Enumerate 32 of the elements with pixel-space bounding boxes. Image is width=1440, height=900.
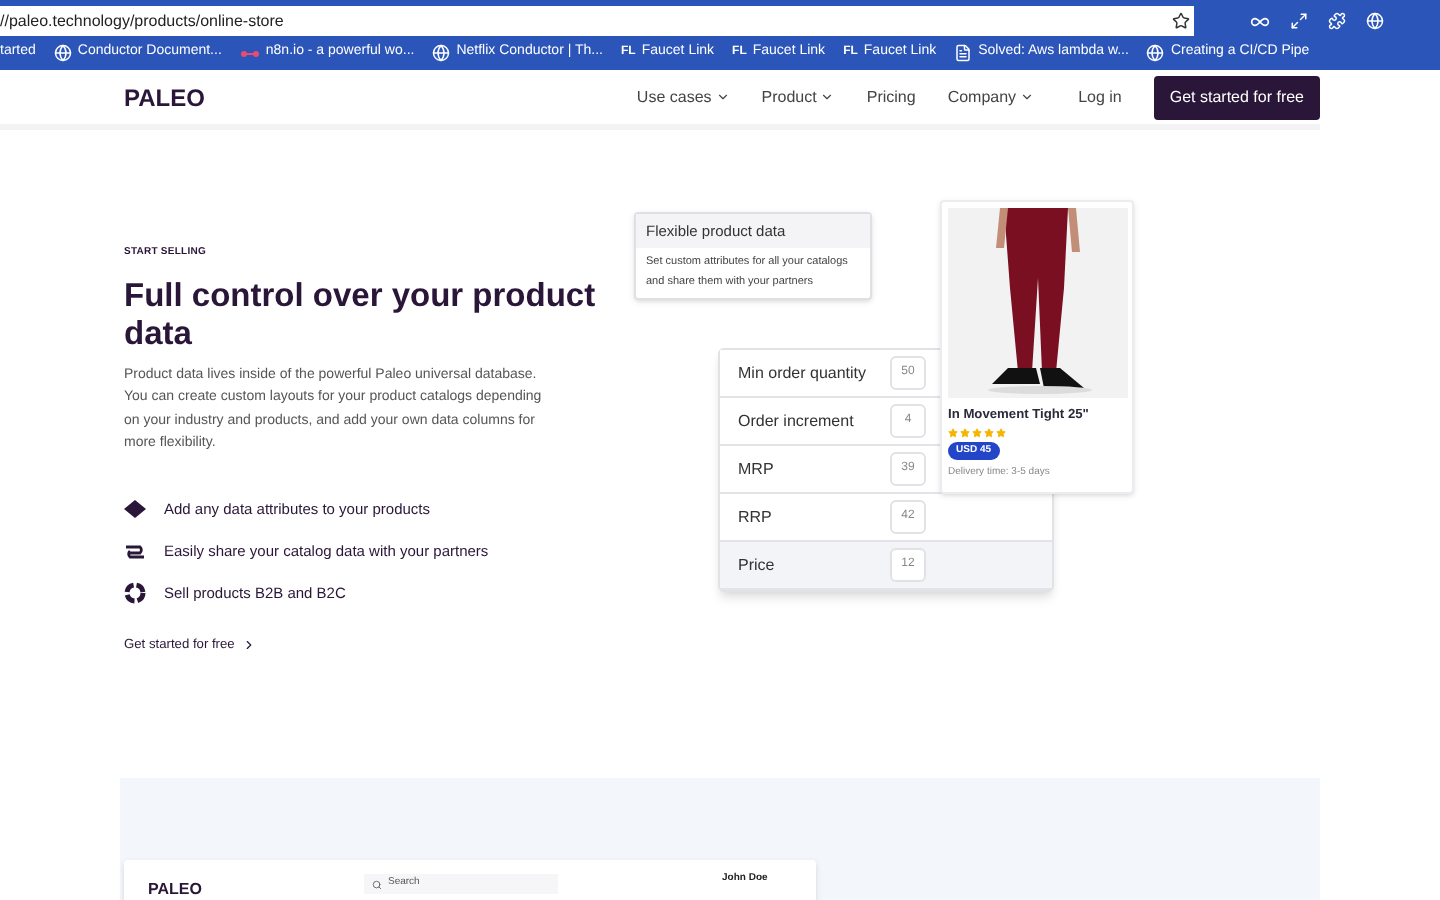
address-bar[interactable]: //paleo.technology/products/online-store [0,6,1194,36]
search-icon [372,879,382,889]
chevron-down-icon [820,90,835,104]
globe-icon [1146,44,1165,62]
chain-icon [124,543,146,559]
logo[interactable]: PALEO [124,79,205,115]
cycle-icon [124,582,146,604]
globe-icon [53,44,72,62]
nav-item[interactable]: Product [761,85,835,109]
hero-heading: Full control over your product data [124,277,598,353]
nav-item[interactable]: Company [947,85,1035,109]
nav-item[interactable]: Use cases [636,85,730,109]
get-started-button[interactable]: Get started for free [1153,75,1320,119]
chevron-down-icon [715,90,730,104]
bookmark-star-icon[interactable] [1172,12,1190,30]
attribute-label: Price [738,553,777,577]
attribute-label: Min order quantity [738,361,869,385]
chevron-down-icon [1020,90,1035,104]
document-icon [954,44,973,62]
preview-logo: PALEO [148,882,204,898]
login-link[interactable]: Log in [1078,85,1122,109]
nav-item[interactable]: Pricing [866,85,916,109]
expand-icon[interactable] [1290,12,1308,30]
diamond-icon [124,500,146,518]
attribute-label: RRP [738,505,774,529]
attribute-label: MRP [738,457,776,481]
nodes-icon [239,47,260,59]
attribute-label: Order increment [738,409,856,433]
globe-icon[interactable] [1366,12,1384,30]
puzzle-icon[interactable] [1328,12,1346,30]
globe-icon [432,44,451,62]
chevron-right-icon [242,637,257,652]
